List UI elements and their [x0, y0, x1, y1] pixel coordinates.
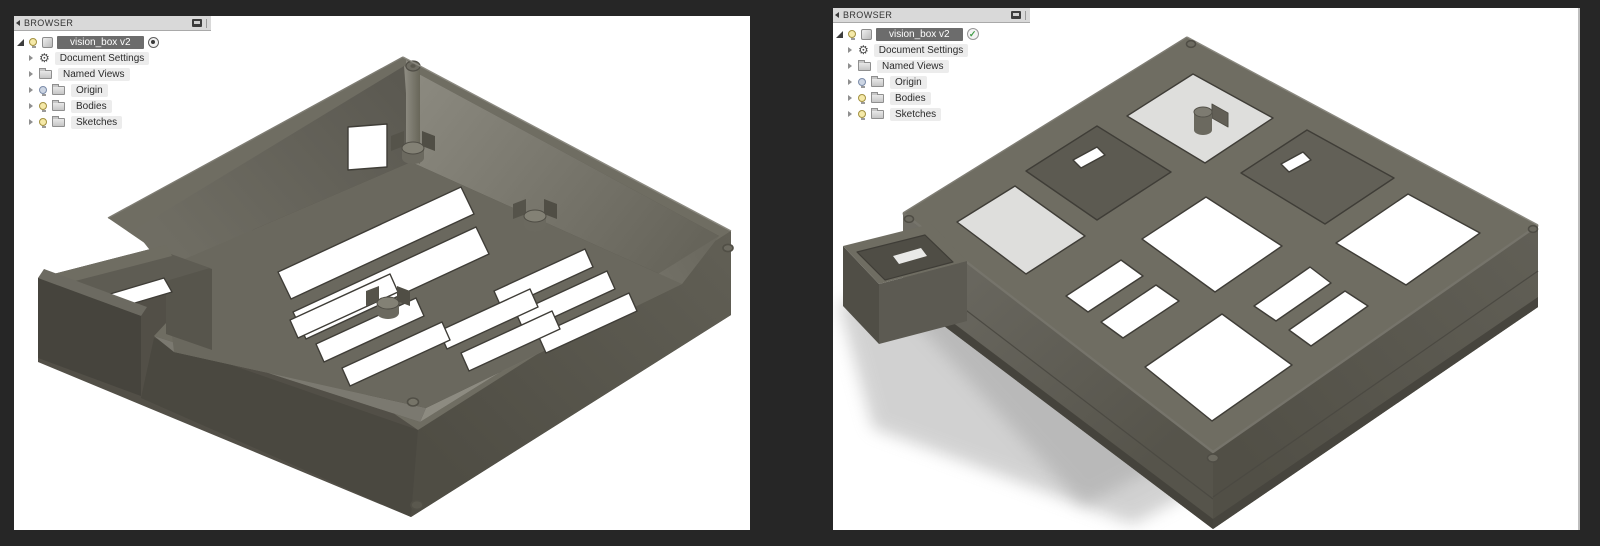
chevron-right-icon[interactable] — [29, 71, 33, 77]
display-icon[interactable] — [192, 19, 202, 27]
browser-header[interactable]: BROWSER — [14, 16, 211, 31]
wall-cutout — [347, 123, 388, 171]
right-viewport: BROWSER vision_box v2 ✓ ⚙ Document Setti… — [833, 8, 1580, 530]
browser-tree: vision_box v2 ✓ ⚙ Document Settings Name… — [833, 23, 1030, 122]
folder-icon — [52, 99, 65, 111]
saved-check-icon: ✓ — [966, 28, 979, 40]
row-label[interactable]: Sketches — [890, 107, 942, 121]
chevron-right-icon[interactable] — [848, 63, 852, 69]
folder-icon — [52, 83, 65, 95]
tree-row-named-views[interactable]: Named Views — [14, 66, 211, 82]
panel-collapse-icon[interactable] — [16, 20, 20, 26]
tree-row-sketches[interactable]: Sketches — [14, 114, 211, 130]
row-label[interactable]: Named Views — [877, 59, 949, 73]
folder-icon — [871, 75, 884, 87]
visibility-bulb-icon[interactable] — [39, 102, 47, 112]
visibility-bulb-icon[interactable] — [39, 118, 47, 128]
chevron-right-icon[interactable] — [848, 95, 852, 101]
row-label[interactable]: Document Settings — [54, 51, 150, 65]
row-label[interactable]: Origin — [71, 83, 108, 97]
expanded-icon[interactable] — [17, 38, 24, 46]
tree-row-sketches[interactable]: Sketches — [833, 106, 1030, 122]
folder-icon — [871, 107, 884, 119]
tree-row-origin[interactable]: Origin — [833, 74, 1030, 90]
expanded-icon[interactable] — [836, 30, 843, 38]
tree-row-bodies[interactable]: Bodies — [833, 90, 1030, 106]
row-label[interactable]: Bodies — [71, 99, 112, 113]
row-label[interactable]: Sketches — [71, 115, 123, 129]
component-icon — [861, 28, 872, 40]
root-component-label[interactable]: vision_box v2 — [876, 27, 963, 41]
display-icon[interactable] — [1011, 11, 1021, 19]
visibility-bulb-icon[interactable] — [858, 110, 866, 120]
chevron-right-icon[interactable] — [848, 111, 852, 117]
gear-icon: ⚙ — [39, 51, 50, 65]
chevron-right-icon[interactable] — [29, 119, 33, 125]
header-separator — [1025, 10, 1026, 20]
tree-row-bodies[interactable]: Bodies — [14, 98, 211, 114]
tree-row-document-settings[interactable]: ⚙ Document Settings — [833, 42, 1030, 58]
component-icon — [42, 36, 53, 48]
tree-row-named-views[interactable]: Named Views — [833, 58, 1030, 74]
row-label[interactable]: Origin — [890, 75, 927, 89]
visibility-bulb-off-icon[interactable] — [858, 78, 866, 88]
visibility-bulb-off-icon[interactable] — [39, 86, 47, 96]
folder-icon — [39, 67, 52, 79]
browser-panel: BROWSER vision_box v2 ✓ ⚙ Document Setti… — [833, 8, 1030, 122]
left-viewport: BROWSER vision_box v2 ⚙ Document Setting… — [14, 16, 750, 530]
panel-collapse-icon[interactable] — [835, 12, 839, 18]
visibility-bulb-icon[interactable] — [858, 94, 866, 104]
browser-tree: vision_box v2 ⚙ Document Settings Named … — [14, 31, 211, 130]
visibility-bulb-icon[interactable] — [848, 30, 856, 40]
row-label[interactable]: Named Views — [58, 67, 130, 81]
folder-icon — [871, 91, 884, 103]
chevron-right-icon[interactable] — [29, 87, 33, 93]
tree-row-root[interactable]: vision_box v2 — [14, 34, 211, 50]
tree-row-origin[interactable]: Origin — [14, 82, 211, 98]
tree-row-root[interactable]: vision_box v2 ✓ — [833, 26, 1030, 42]
browser-panel: BROWSER vision_box v2 ⚙ Document Setting… — [14, 16, 211, 130]
row-label[interactable]: Document Settings — [873, 43, 969, 57]
chevron-right-icon[interactable] — [848, 79, 852, 85]
gear-icon: ⚙ — [858, 43, 869, 57]
activate-radio-icon[interactable] — [147, 36, 159, 48]
root-component-label[interactable]: vision_box v2 — [57, 35, 144, 49]
panel-title: BROWSER — [843, 10, 893, 20]
chevron-right-icon[interactable] — [29, 55, 33, 61]
folder-icon — [52, 115, 65, 127]
header-separator — [206, 18, 207, 28]
browser-header[interactable]: BROWSER — [833, 8, 1030, 23]
panel-title: BROWSER — [24, 18, 74, 28]
folder-icon — [858, 59, 871, 71]
visibility-bulb-icon[interactable] — [29, 38, 37, 48]
tree-row-document-settings[interactable]: ⚙ Document Settings — [14, 50, 211, 66]
chevron-right-icon[interactable] — [848, 47, 852, 53]
chevron-right-icon[interactable] — [29, 103, 33, 109]
row-label[interactable]: Bodies — [890, 91, 931, 105]
